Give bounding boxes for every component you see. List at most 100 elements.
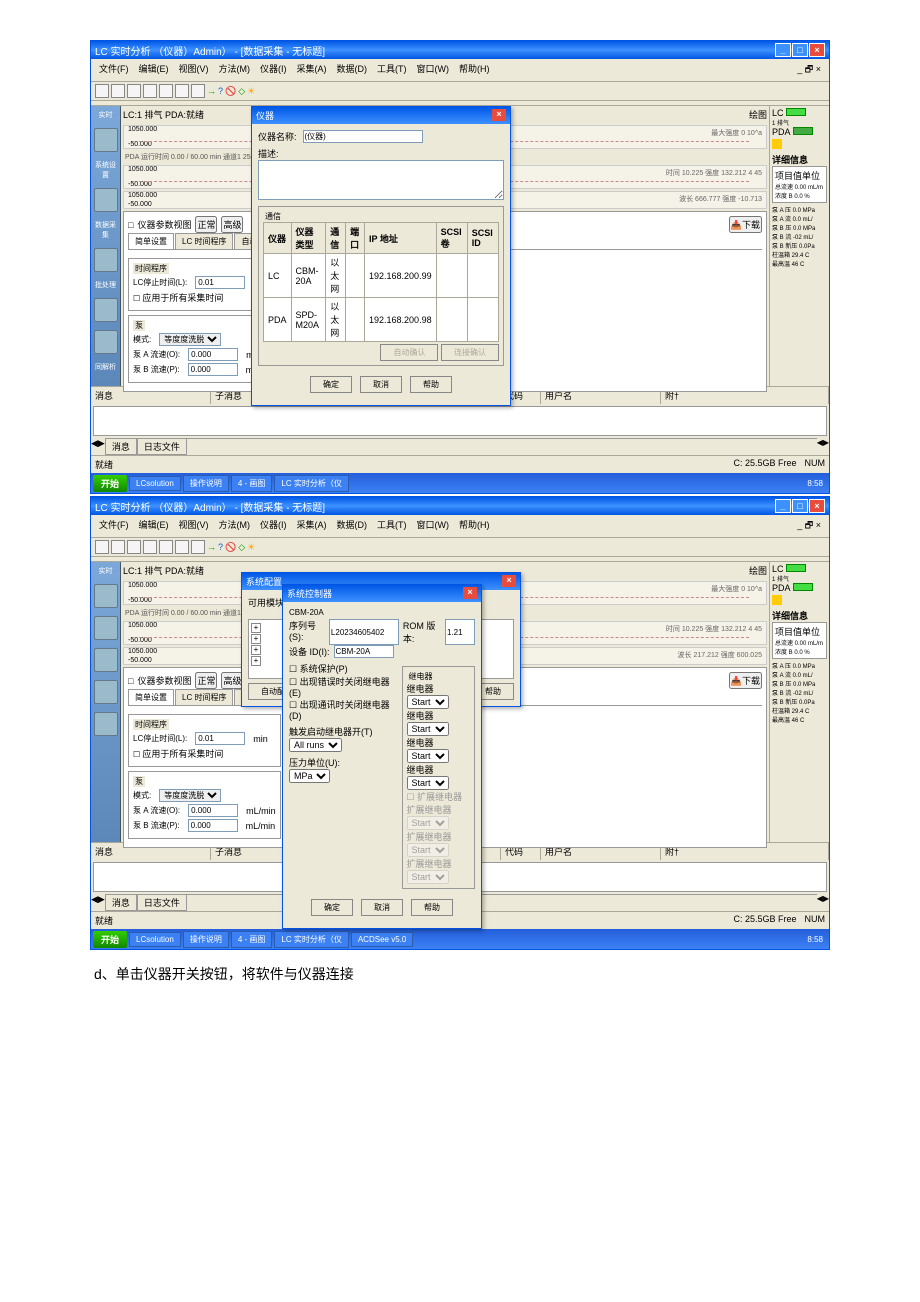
sidebar-icon-4[interactable] bbox=[94, 298, 118, 322]
minimize-icon[interactable]: _ bbox=[775, 43, 791, 57]
task-item[interactable]: LC 实时分析（仪 bbox=[274, 475, 348, 492]
statusbar: 就绪 C: 25.5GB Free NUM bbox=[91, 455, 829, 473]
menu-method[interactable]: 方法(M) bbox=[215, 517, 255, 535]
main-area: LC:1 排气 PDA:就绪绘图 1050.000-50.000最大强度 0 1… bbox=[121, 562, 769, 842]
chart-tab: LC:1 排气 PDA:就绪 bbox=[123, 108, 204, 121]
mode-select[interactable]: 等度度洗脱 bbox=[159, 333, 221, 346]
auto-btn[interactable]: 自动确认 bbox=[380, 344, 438, 361]
menu-acquire[interactable]: 采集(A) bbox=[293, 61, 331, 79]
desc-textarea[interactable] bbox=[258, 160, 504, 200]
menu-file[interactable]: 文件(F) bbox=[95, 61, 133, 79]
conn-btn[interactable]: 连接确认 bbox=[441, 344, 499, 361]
menu-view[interactable]: 视图(V) bbox=[175, 61, 213, 79]
chart-icon[interactable] bbox=[175, 84, 189, 98]
expand-icon[interactable]: + bbox=[251, 656, 261, 666]
start-button[interactable]: 开始 bbox=[93, 931, 127, 948]
close-icon[interactable]: × bbox=[809, 499, 825, 513]
icon[interactable] bbox=[796, 139, 806, 149]
close-icon[interactable]: × bbox=[809, 43, 825, 57]
icon[interactable] bbox=[784, 139, 794, 149]
pda-status-led bbox=[793, 127, 813, 135]
sidebar-icon[interactable] bbox=[94, 616, 118, 640]
pressure-select[interactable]: MPa bbox=[289, 769, 330, 783]
menu-view[interactable]: 视图(V) bbox=[175, 517, 213, 535]
ok-button[interactable]: 确定 bbox=[310, 376, 352, 393]
contact-select[interactable]: All runs bbox=[289, 738, 342, 752]
inst-name-input[interactable] bbox=[303, 130, 423, 143]
sidebar-icon[interactable] bbox=[94, 648, 118, 672]
expand-icon[interactable]: + bbox=[251, 623, 261, 633]
help-button[interactable]: 帮助 bbox=[411, 899, 453, 916]
dialog-close-icon[interactable]: × bbox=[463, 587, 477, 599]
dialog-close-icon[interactable]: × bbox=[492, 109, 506, 121]
serial-input[interactable] bbox=[329, 619, 399, 645]
sidebar-icon[interactable] bbox=[94, 680, 118, 704]
sidebar-icon[interactable] bbox=[94, 712, 118, 736]
dialog-close-icon[interactable]: × bbox=[502, 575, 516, 587]
sidebar-icon-1[interactable] bbox=[94, 128, 118, 152]
menu-edit[interactable]: 编辑(E) bbox=[135, 61, 173, 79]
expand-icon[interactable]: + bbox=[251, 645, 261, 655]
msg-tab[interactable]: 消息 bbox=[105, 438, 137, 455]
dialog-title: 仪器 bbox=[256, 109, 492, 122]
menu-acquire[interactable]: 采集(A) bbox=[293, 517, 331, 535]
table-row: LCCBM-20A以太网192.168.200.99 bbox=[264, 254, 499, 298]
task-item[interactable]: 操作说明 bbox=[183, 475, 229, 492]
normal-button[interactable]: 正常 bbox=[195, 216, 217, 233]
flow-b-input[interactable] bbox=[188, 363, 238, 376]
menu-edit[interactable]: 编辑(E) bbox=[135, 517, 173, 535]
menubar: 文件(F) 编辑(E) 视图(V) 方法(M) 仪器(I) 采集(A) 数据(D… bbox=[91, 515, 829, 538]
app-window-1: LC 实时分析 （仪器）Admin） - [数据采集 - 无标题] _ □ × … bbox=[90, 40, 830, 494]
tab-simple[interactable]: 简单设置 bbox=[128, 233, 174, 249]
flow-a-input[interactable] bbox=[188, 348, 238, 361]
open-icon[interactable] bbox=[111, 84, 125, 98]
ok-button[interactable]: 确定 bbox=[311, 899, 353, 916]
toolbar-1: →?🚫◇☀ bbox=[91, 538, 829, 557]
sidebar-icon[interactable] bbox=[94, 584, 118, 608]
menu-help[interactable]: 帮助(H) bbox=[455, 517, 494, 535]
sidebar-icon-3[interactable] bbox=[94, 248, 118, 272]
new-icon[interactable] bbox=[95, 540, 109, 554]
expand-icon[interactable]: + bbox=[251, 634, 261, 644]
sidebar: 实时 系统设置 数据采集 批处理 同解析 bbox=[91, 106, 121, 386]
cancel-button[interactable]: 取消 bbox=[360, 376, 402, 393]
menu-window[interactable]: 窗口(W) bbox=[413, 517, 454, 535]
menu-data[interactable]: 数据(D) bbox=[333, 517, 372, 535]
grid-icon[interactable] bbox=[191, 84, 205, 98]
start-button[interactable]: 开始 bbox=[93, 475, 127, 492]
task-item[interactable]: 4 - 画图 bbox=[231, 475, 273, 492]
app-window-2: LC 实时分析 （仪器）Admin） - [数据采集 - 无标题] _ □ × … bbox=[90, 496, 830, 950]
bulb-icon[interactable] bbox=[772, 139, 782, 149]
new-icon[interactable] bbox=[95, 84, 109, 98]
menu-help[interactable]: 帮助(H) bbox=[455, 61, 494, 79]
save-icon[interactable] bbox=[127, 84, 141, 98]
taskbar: 开始 LCsolution 操作说明 4 - 画图 LC 实时分析（仪 8:58 bbox=[91, 473, 829, 493]
menu-tools[interactable]: 工具(T) bbox=[373, 517, 411, 535]
lc-stop-input[interactable] bbox=[195, 276, 245, 289]
menu-instrument[interactable]: 仪器(I) bbox=[256, 517, 291, 535]
maximize-icon[interactable]: □ bbox=[792, 499, 808, 513]
menu-instrument[interactable]: 仪器(I) bbox=[256, 61, 291, 79]
maximize-icon[interactable]: □ bbox=[792, 43, 808, 57]
sidebar: 实时 bbox=[91, 562, 121, 842]
minimize-icon[interactable]: _ bbox=[775, 499, 791, 513]
sysconfig-dialog: 系统配置× 可用模块(U):🔄 刷新 + + + + 自动配置(A) 确定取消帮… bbox=[241, 572, 521, 707]
help-button[interactable]: 帮助 bbox=[410, 376, 452, 393]
advanced-button[interactable]: 高级 bbox=[221, 216, 243, 233]
menu-method[interactable]: 方法(M) bbox=[215, 61, 255, 79]
cancel-button[interactable]: 取消 bbox=[361, 899, 403, 916]
main-area: LC:1 排气 PDA:就绪绘图 1050.000 -50.000 最大强度 0… bbox=[121, 106, 769, 386]
menu-data[interactable]: 数据(D) bbox=[333, 61, 372, 79]
menu-window[interactable]: 窗口(W) bbox=[413, 61, 454, 79]
task-item[interactable]: LCsolution bbox=[129, 476, 181, 491]
sidebar-icon-2[interactable] bbox=[94, 188, 118, 212]
tool-icon[interactable] bbox=[159, 84, 173, 98]
print-icon[interactable] bbox=[143, 84, 157, 98]
menu-file[interactable]: 文件(F) bbox=[95, 517, 133, 535]
menu-tools[interactable]: 工具(T) bbox=[373, 61, 411, 79]
log-tab[interactable]: 日志文件 bbox=[137, 438, 187, 455]
sidebar-icon-5[interactable] bbox=[94, 330, 118, 354]
sidebar-label: 实时 bbox=[99, 110, 113, 120]
download-button[interactable]: 📥下载 bbox=[729, 216, 762, 233]
tab-time[interactable]: LC 时间程序 bbox=[175, 233, 233, 249]
